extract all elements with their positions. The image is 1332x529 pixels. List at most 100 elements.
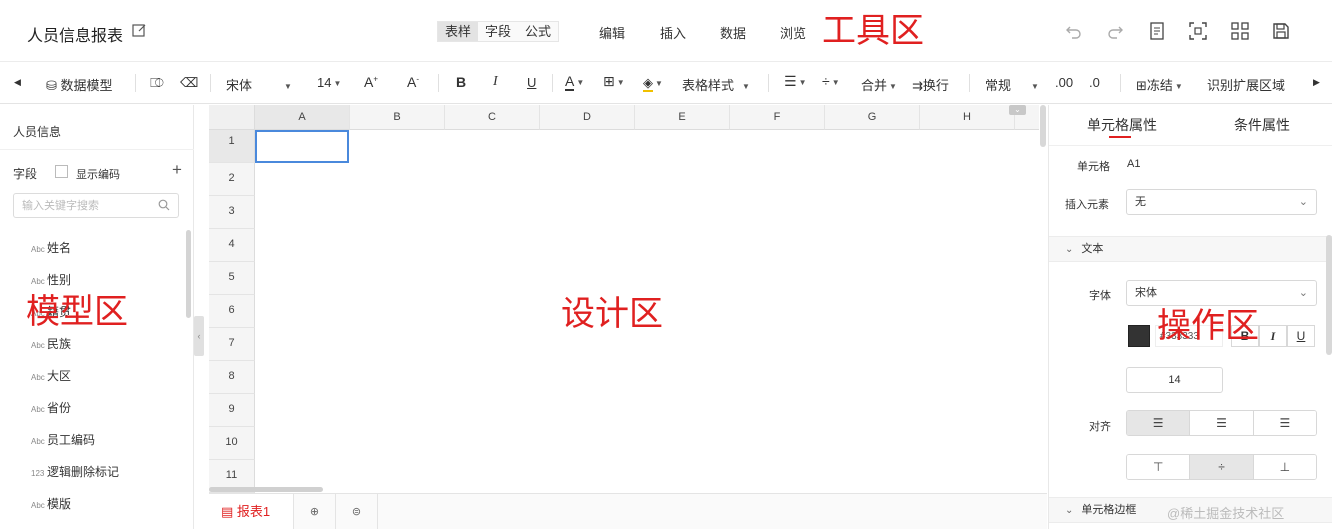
field-item[interactable]: Abc 模版 xyxy=(31,495,71,512)
decimal-decrease-button[interactable]: .0 xyxy=(1089,75,1100,90)
edit-title-icon[interactable] xyxy=(131,22,147,38)
select-all-corner[interactable] xyxy=(209,105,255,130)
font-size-input[interactable] xyxy=(1126,367,1223,393)
column-header[interactable]: A xyxy=(255,105,350,130)
undo-icon[interactable] xyxy=(1064,21,1084,41)
menu-data[interactable]: 数据 xyxy=(720,23,746,42)
number-format-select[interactable]: 常规 ▼ xyxy=(985,75,1039,94)
insert-element-select[interactable]: 无 ⌄ xyxy=(1126,189,1317,215)
fill-color-icon[interactable]: ◈ ▼ xyxy=(643,75,663,92)
freeze-button[interactable]: ⊞冻结 ▼ xyxy=(1136,75,1183,94)
redo-icon[interactable] xyxy=(1105,21,1125,41)
save-icon[interactable] xyxy=(1271,21,1291,41)
row-header[interactable]: 2 xyxy=(209,163,255,196)
menu-insert[interactable]: 插入 xyxy=(660,23,686,42)
italic-icon[interactable]: I xyxy=(493,74,498,90)
data-model-button[interactable]: ⛁ 数据模型 xyxy=(46,75,113,94)
menu-edit[interactable]: 编辑 xyxy=(599,23,625,42)
column-header[interactable]: D xyxy=(540,105,635,130)
font-color-icon[interactable]: A ▼ xyxy=(565,73,584,91)
field-item[interactable]: Abc 员工编码 xyxy=(31,431,95,448)
toolbar-scroll-left-icon[interactable]: ◀ xyxy=(14,77,21,88)
verify-icon[interactable] xyxy=(1147,21,1167,41)
field-item[interactable]: Abc 姓名 xyxy=(31,239,71,256)
add-field-icon[interactable]: + xyxy=(172,160,182,180)
column-header[interactable]: G xyxy=(825,105,920,130)
underline-icon[interactable]: U xyxy=(1287,325,1315,347)
column-header[interactable]: H xyxy=(920,105,1015,130)
field-item[interactable]: 123 逻辑删除标记 xyxy=(31,463,119,480)
field-type-icon: Abc xyxy=(31,341,45,350)
column-header[interactable]: C xyxy=(445,105,540,130)
column-header[interactable]: E xyxy=(635,105,730,130)
font-select[interactable]: 宋体 ▼ xyxy=(226,75,292,94)
field-item[interactable]: Abc 民族 xyxy=(31,335,71,352)
row-header[interactable]: 4 xyxy=(209,229,255,262)
align-right-icon[interactable]: ☰ xyxy=(1253,411,1316,435)
show-code-checkbox[interactable] xyxy=(55,165,68,178)
vertical-align-icon[interactable]: ÷ ▼ xyxy=(822,73,840,89)
toolbar-scroll-right-icon[interactable]: ▶ xyxy=(1313,77,1320,88)
sheet-tab-report1[interactable]: ▤ 报表1 xyxy=(209,494,294,529)
grid-horizontal-scrollbar[interactable] xyxy=(209,487,323,492)
chevron-down-icon: ▼ xyxy=(831,77,840,87)
merge-button[interactable]: 合并 ▼ xyxy=(861,75,897,94)
eraser-icon[interactable]: ⌫ xyxy=(180,75,198,91)
font-size-select[interactable]: 14 ▼ xyxy=(317,75,341,90)
row-header[interactable]: 7 xyxy=(209,328,255,361)
column-dropdown-icon[interactable]: ⌄ xyxy=(1009,105,1026,115)
row-header[interactable]: 3 xyxy=(209,196,255,229)
row-header[interactable]: 10 xyxy=(209,427,255,460)
search-icon[interactable] xyxy=(158,199,170,211)
field-item[interactable]: Abc 省份 xyxy=(31,399,71,416)
fullscreen-icon[interactable] xyxy=(1188,21,1208,41)
font-decrease-icon[interactable]: A- xyxy=(407,74,419,90)
table-style-select[interactable]: 表格样式 ▼ xyxy=(682,75,750,94)
mode-tab-style[interactable]: 表样 xyxy=(438,22,479,41)
column-header[interactable]: F xyxy=(730,105,825,130)
properties-scrollbar[interactable] xyxy=(1326,235,1332,355)
mode-tab-formula[interactable]: 公式 xyxy=(518,22,558,41)
field-item[interactable]: Abc 大区 xyxy=(31,367,71,384)
align-middle-icon[interactable]: ÷ xyxy=(1190,455,1254,479)
border-icon[interactable]: ⊞ ▼ xyxy=(603,73,625,90)
active-cell-a1[interactable] xyxy=(255,130,349,163)
tab-cell-properties[interactable]: 单元格属性 xyxy=(1087,115,1157,135)
field-search-input[interactable] xyxy=(13,193,179,218)
text-section-label: 文本 xyxy=(1081,243,1104,255)
underline-icon[interactable]: U xyxy=(527,75,536,90)
sheet-settings-icon[interactable]: ⊜ xyxy=(336,494,378,529)
menu-preview[interactable]: 浏览 xyxy=(780,23,806,42)
identify-range-button[interactable]: 识别扩展区域 xyxy=(1207,75,1285,94)
align-center-icon[interactable]: ☰ xyxy=(1190,411,1254,435)
align-left-icon[interactable]: ☰ xyxy=(1127,411,1191,435)
horizontal-align-icon[interactable]: ☰ ▼ xyxy=(784,73,806,90)
text-color-swatch[interactable] xyxy=(1128,325,1150,347)
collapse-left-panel-icon[interactable]: ‹ xyxy=(194,316,204,356)
column-header[interactable]: B xyxy=(350,105,445,130)
spreadsheet-grid[interactable]: A B C D E F G H 1 2 3 4 5 6 7 8 9 10 11 … xyxy=(209,105,1039,493)
align-top-icon[interactable]: ⊤ xyxy=(1127,455,1191,479)
text-section-header[interactable]: ⌄ 文本 xyxy=(1049,236,1332,262)
grid-vertical-scrollbar[interactable] xyxy=(1040,105,1046,147)
decimal-increase-button[interactable]: .00 xyxy=(1055,75,1073,90)
align-bottom-icon[interactable]: ⊥ xyxy=(1253,455,1316,479)
tab-condition-properties[interactable]: 条件属性 xyxy=(1234,115,1290,135)
field-item[interactable]: Abc 性别 xyxy=(31,271,71,288)
row-header[interactable]: 8 xyxy=(209,361,255,394)
row-header[interactable]: 1 xyxy=(209,130,255,163)
row-header[interactable]: 6 xyxy=(209,295,255,328)
italic-icon[interactable]: I xyxy=(1259,325,1287,347)
grid-apps-icon[interactable] xyxy=(1230,21,1250,41)
font-increase-icon[interactable]: A+ xyxy=(364,74,378,90)
mode-tab-field[interactable]: 字段 xyxy=(478,22,518,41)
add-sheet-icon[interactable]: ⊕ xyxy=(294,494,336,529)
row-header[interactable]: 9 xyxy=(209,394,255,427)
format-painter-icon[interactable]: ⎄ xyxy=(150,75,164,91)
wrap-button[interactable]: ⇉换行 xyxy=(912,75,949,94)
font-family-select[interactable]: 宋体 ⌄ xyxy=(1126,280,1317,306)
row-header[interactable]: 5 xyxy=(209,262,255,295)
watermark: @稀土掘金技术社区 xyxy=(1167,506,1285,521)
bold-icon[interactable]: B xyxy=(456,74,466,90)
field-list-scrollbar[interactable] xyxy=(186,230,191,318)
